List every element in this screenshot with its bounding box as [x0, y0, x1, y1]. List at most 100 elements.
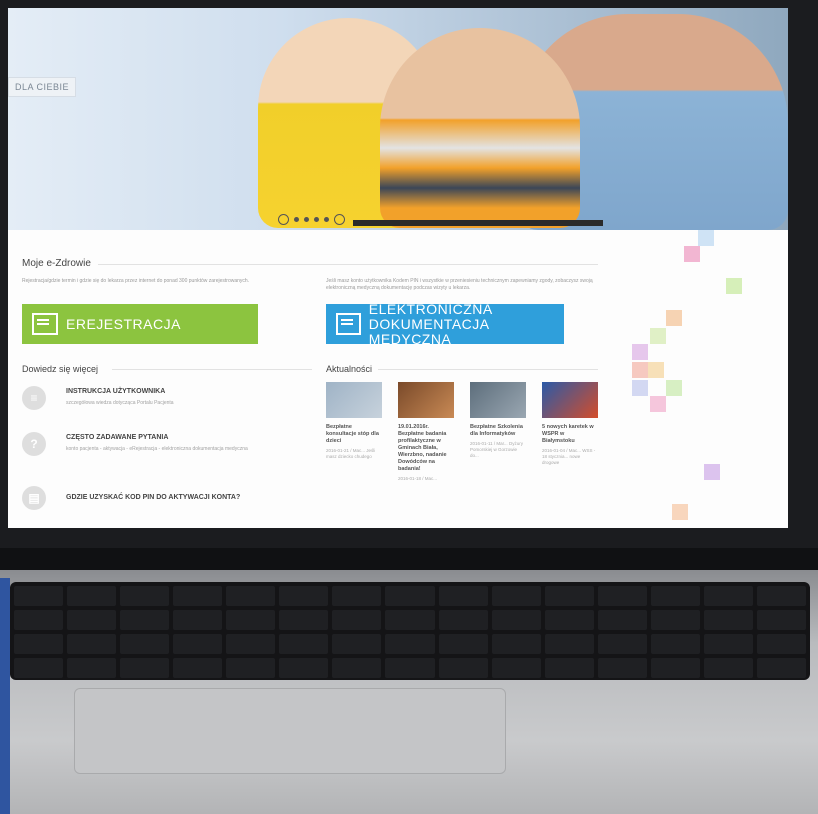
- news-image[interactable]: [398, 382, 454, 418]
- key: [173, 610, 223, 630]
- decor-square: [666, 310, 682, 326]
- slider-dot[interactable]: [294, 216, 299, 222]
- key: [14, 586, 64, 606]
- news-item-title[interactable]: 19.01.2016r. Bezpłatne badania profilakt…: [398, 424, 454, 473]
- key: [544, 634, 594, 654]
- key: [385, 634, 435, 654]
- decor-square: [632, 380, 648, 396]
- slider-bar: [353, 220, 603, 226]
- key: [597, 610, 647, 630]
- key: [650, 658, 700, 678]
- key: [491, 658, 541, 678]
- slider-dot[interactable]: [324, 216, 329, 222]
- key: [385, 610, 435, 630]
- info-item-user-guide[interactable]: ≡ INSTRUKCJA UŻYTKOWNIKA szczegółowa wie…: [22, 386, 312, 410]
- key: [703, 658, 753, 678]
- key: [120, 610, 170, 630]
- key: [279, 658, 329, 678]
- key: [756, 610, 806, 630]
- section-title: Moje e-Zdrowie: [22, 258, 91, 269]
- key: [279, 634, 329, 654]
- card-icon: ▤: [22, 486, 46, 510]
- key: [332, 658, 382, 678]
- hero-tag[interactable]: DLA CIEBIE: [8, 77, 77, 97]
- info-item-faq[interactable]: ? CZĘSTO ZADAWANE PYTANIA konto pacjenta…: [22, 432, 312, 456]
- eregistration-button[interactable]: EREJESTRACJA: [22, 304, 258, 344]
- edm-button[interactable]: ELEKTRONICZNA DOKUMENTACJA MEDYCZNA: [326, 300, 564, 347]
- news-item-meta: 2016-01-18 / Mac...: [398, 476, 438, 481]
- key: [650, 586, 700, 606]
- key: [332, 634, 382, 654]
- key: [597, 634, 647, 654]
- divider: [378, 369, 598, 370]
- key: [756, 658, 806, 678]
- key: [650, 634, 700, 654]
- info-item-title[interactable]: INSTRUKCJA UŻYTKOWNIKA: [66, 388, 174, 395]
- key: [67, 586, 117, 606]
- hero-photo-boy: [380, 28, 580, 228]
- key: [14, 658, 64, 678]
- key: [173, 586, 223, 606]
- decor-square: [650, 396, 666, 412]
- news-item[interactable]: 5 nowych karetek w WSPR w Białymstoku 20…: [542, 382, 598, 466]
- key: [14, 634, 64, 654]
- info-item-title[interactable]: GDZIE UZYSKAĆ KOD PIN DO AKTYWACJI KONTA…: [66, 494, 240, 501]
- document-icon: [336, 313, 361, 335]
- decor-square: [632, 362, 648, 378]
- key: [385, 658, 435, 678]
- calendar-icon: [32, 313, 58, 335]
- key: [438, 586, 488, 606]
- key: [544, 658, 594, 678]
- divider: [98, 264, 598, 265]
- key: [544, 586, 594, 606]
- key: [438, 634, 488, 654]
- news-image[interactable]: [470, 382, 526, 418]
- news-image[interactable]: [542, 382, 598, 418]
- keyboard: [10, 582, 810, 680]
- key: [173, 634, 223, 654]
- key: [703, 586, 753, 606]
- book-icon: ≡: [22, 386, 46, 410]
- question-icon: ?: [22, 432, 46, 456]
- decor-square: [632, 344, 648, 360]
- info-item-title[interactable]: CZĘSTO ZADAWANE PYTANIA: [66, 434, 248, 441]
- key: [491, 586, 541, 606]
- slider-dots[interactable]: [278, 213, 345, 225]
- edm-label-line2: DOKUMENTACJA MEDYCZNA: [368, 315, 489, 347]
- decor-square: [726, 278, 742, 294]
- news-item[interactable]: 19.01.2016r. Bezpłatne badania profilakt…: [398, 382, 454, 482]
- news-item[interactable]: Bezpłatne Szkolenia dla Informatyków 201…: [470, 382, 526, 459]
- eregistration-label: EREJESTRACJA: [66, 315, 181, 332]
- key: [120, 658, 170, 678]
- key: [279, 610, 329, 630]
- key: [120, 586, 170, 606]
- news-image[interactable]: [326, 382, 382, 418]
- key: [438, 658, 488, 678]
- key: [703, 610, 753, 630]
- slider-dot[interactable]: [304, 216, 309, 222]
- key: [756, 586, 806, 606]
- learn-more-title: Dowiedz się więcej: [22, 364, 99, 374]
- key: [226, 586, 276, 606]
- info-item-pin[interactable]: ▤ GDZIE UZYSKAĆ KOD PIN DO AKTYWACJI KON…: [22, 486, 312, 510]
- decor-square: [672, 504, 688, 520]
- news-item-title[interactable]: Bezpłatne konsultacje stóp dla dzieci: [326, 424, 382, 445]
- key: [597, 586, 647, 606]
- news-title: Aktualności: [326, 364, 373, 374]
- news-item[interactable]: Bezpłatne konsultacje stóp dla dzieci 20…: [326, 382, 382, 460]
- slider-dot[interactable]: [278, 213, 289, 225]
- slider-dot-active[interactable]: [334, 213, 345, 225]
- news-item-meta: 2016-01-11 / Mar... Dyżury Pomorskiej w …: [470, 441, 523, 458]
- key: [385, 586, 435, 606]
- key: [279, 586, 329, 606]
- news-item-title[interactable]: 5 nowych karetek w WSPR w Białymstoku: [542, 424, 598, 445]
- background-band: [0, 578, 10, 814]
- intro-right: Jeśli masz konto użytkownika Kodem PIN i…: [326, 278, 593, 291]
- news-item-title[interactable]: Bezpłatne Szkolenia dla Informatyków: [470, 424, 526, 438]
- key: [491, 610, 541, 630]
- key: [120, 634, 170, 654]
- slider-dot[interactable]: [314, 216, 319, 222]
- edm-label-line1: ELEKTRONICZNA: [368, 300, 493, 317]
- laptop-screen: DLA CIEBIE Moje e-Zdrowie Rejestracja/gd…: [8, 8, 788, 528]
- key: [67, 634, 117, 654]
